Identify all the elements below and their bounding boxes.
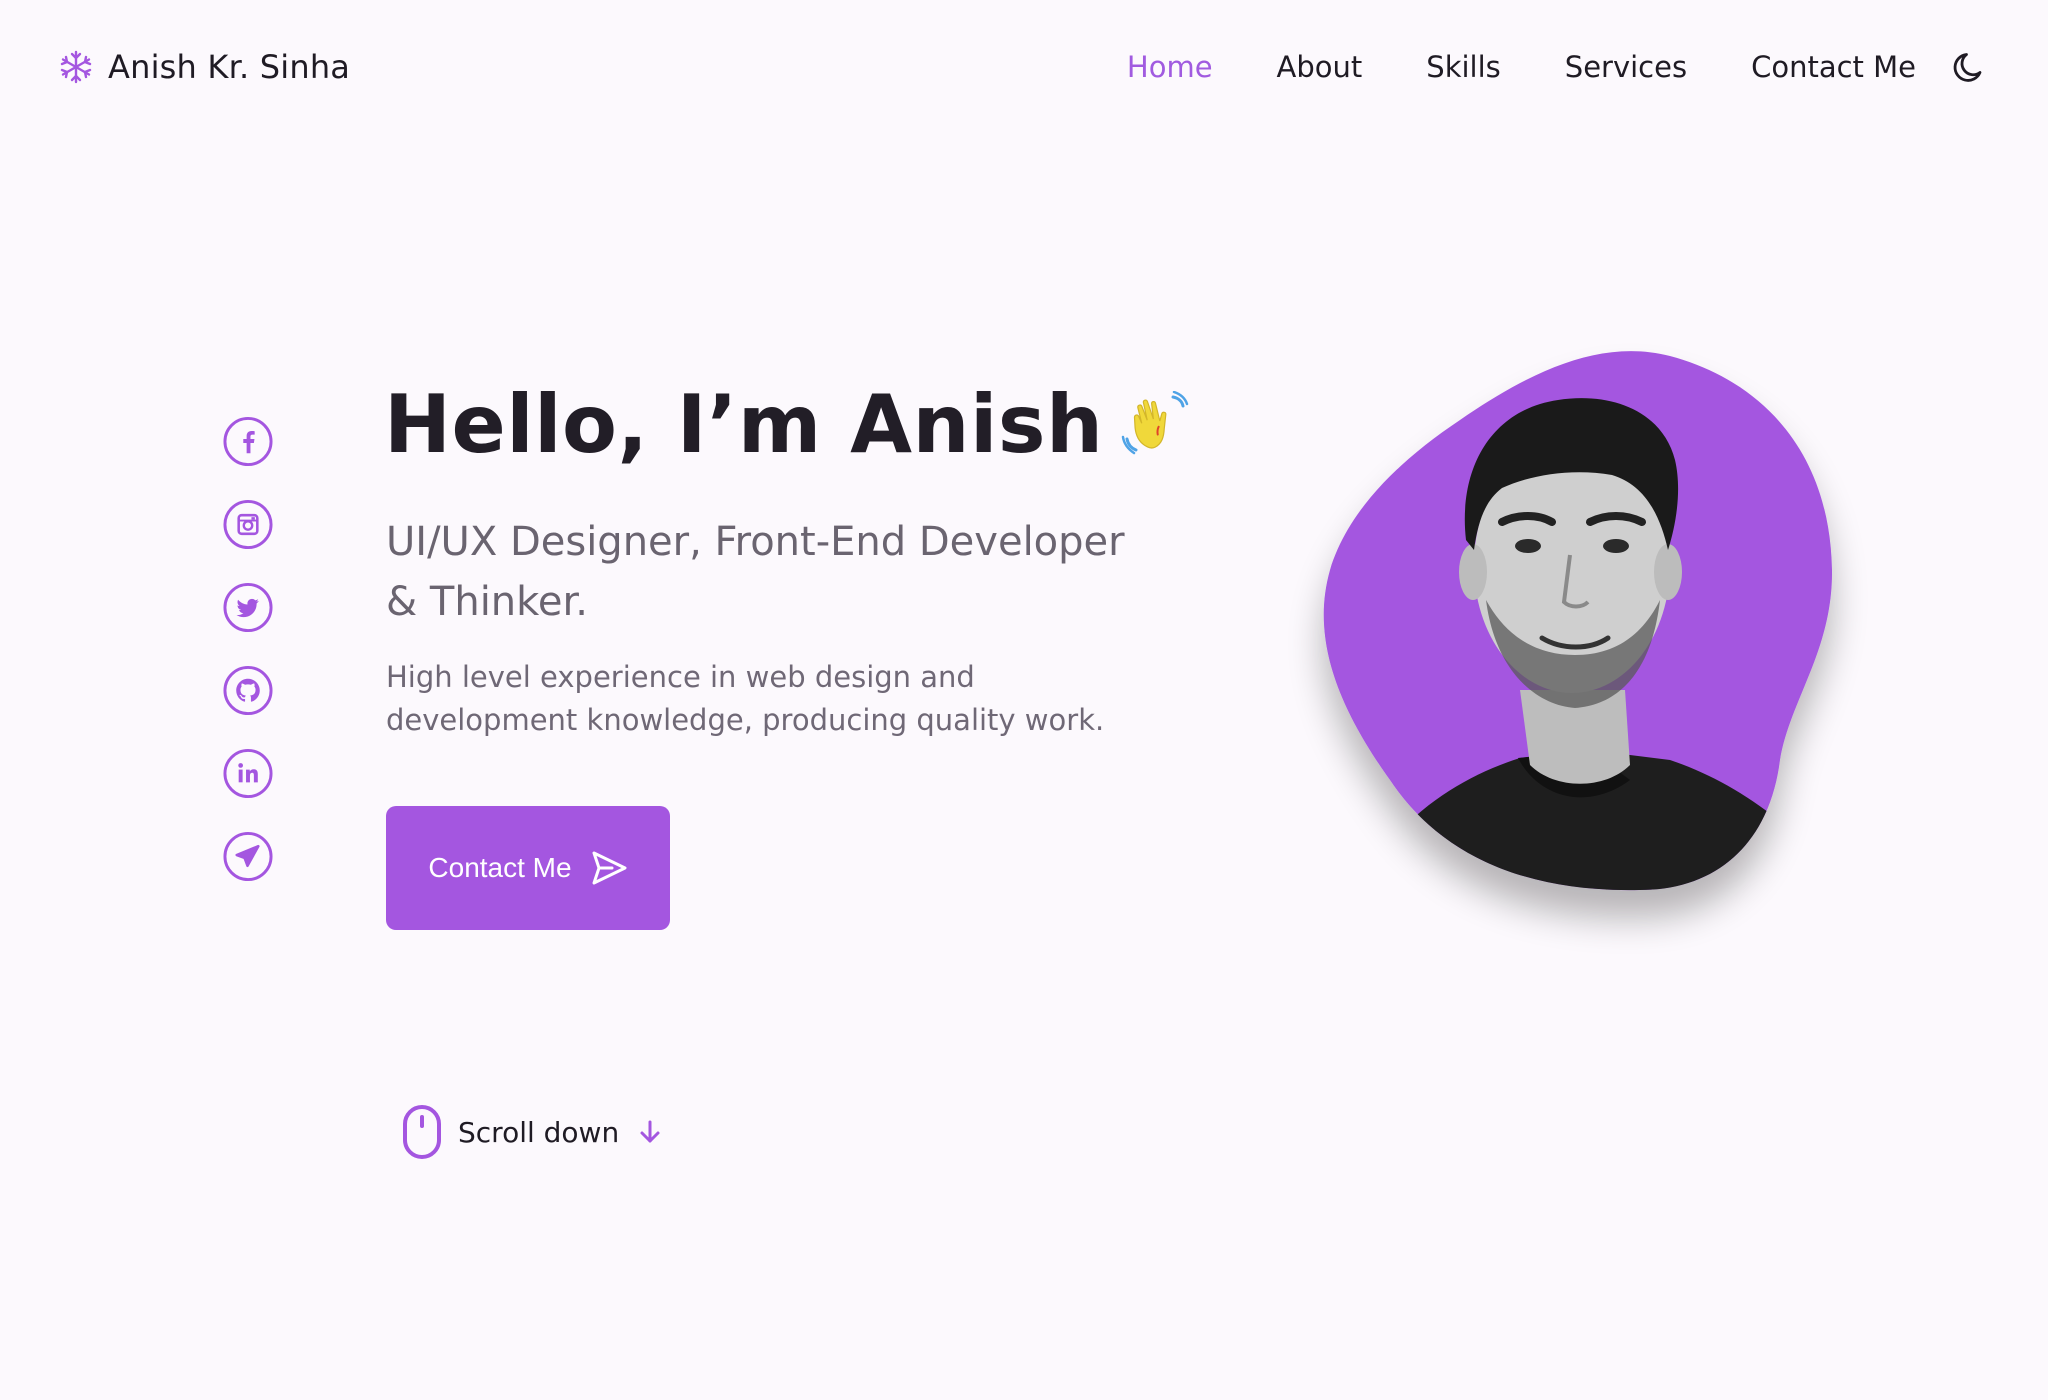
moon-icon[interactable] [1950, 48, 1988, 86]
send-icon [592, 851, 627, 885]
twitter-icon[interactable] [222, 582, 274, 633]
logo[interactable]: Anish Kr. Sinha [58, 48, 350, 86]
waving-hand-icon [1122, 390, 1189, 454]
nav-contact[interactable]: Contact Me [1751, 50, 1916, 84]
profile-blob [1323, 351, 1833, 891]
telegram-icon[interactable] [222, 831, 274, 882]
mouse-icon [403, 1105, 441, 1159]
contact-me-button-label: Contact Me [428, 852, 572, 883]
hero-title-text: Hello, I’m Anish [384, 378, 1104, 471]
logo-text: Anish Kr. Sinha [108, 48, 351, 86]
hero-subtitle: UI/UX Designer, Front-End Developer & Th… [386, 519, 1125, 625]
contact-me-button[interactable]: Contact Me [386, 806, 670, 930]
nav-home[interactable]: Home [1127, 50, 1213, 84]
scroll-down-label: Scroll down [458, 1115, 620, 1149]
arrow-down-icon [640, 1120, 660, 1143]
hero-title: Hello, I’m Anish [384, 378, 1189, 471]
nav-about[interactable]: About [1277, 50, 1363, 84]
linkedin-icon[interactable] [222, 748, 274, 799]
instagram-icon[interactable] [222, 499, 274, 550]
snowflake-icon [60, 50, 92, 84]
nav-services[interactable]: Services [1565, 50, 1687, 84]
social-links [222, 416, 274, 882]
facebook-icon[interactable] [222, 416, 274, 467]
hero-description: High level experience in web design and … [386, 660, 1105, 737]
scroll-down-link[interactable]: Scroll down [402, 1104, 663, 1160]
github-icon[interactable] [222, 665, 274, 716]
page: Anish Kr. Sinha Home About Skills Servic… [0, 0, 2048, 1400]
profile-photo [1290, 310, 1870, 950]
main-nav: Home About Skills Services Contact Me [1063, 48, 1988, 86]
nav-skills[interactable]: Skills [1426, 50, 1500, 84]
